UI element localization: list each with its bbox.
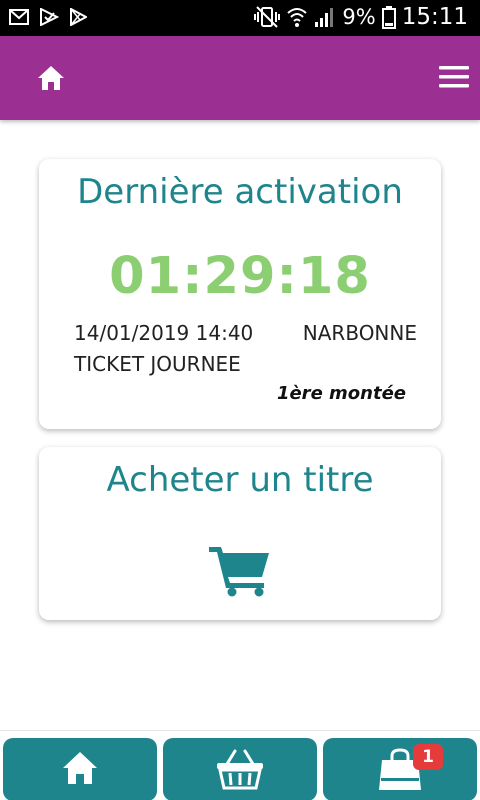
- activation-title: Dernière activation: [77, 172, 403, 212]
- nav-home-button[interactable]: [3, 738, 157, 800]
- ticket-type: TICKET JOURNEE: [74, 352, 241, 376]
- battery-low-icon: [381, 6, 396, 29]
- activation-city: NARBONNE: [302, 321, 417, 345]
- wifi-icon: [287, 8, 308, 27]
- status-bar: 9% 15:11: [0, 0, 480, 36]
- signal-icon: [315, 8, 334, 27]
- gmail-icon: [9, 9, 29, 25]
- play-store-check-icon: [40, 8, 59, 26]
- menu-icon[interactable]: [439, 64, 469, 90]
- nav-basket-button[interactable]: [163, 738, 317, 800]
- last-activation-card[interactable]: Dernière activation 01:29:18 14/01/2019 …: [39, 159, 441, 429]
- system-status: 9% 15:11: [254, 4, 468, 30]
- notification-icons: [9, 8, 87, 26]
- home-icon[interactable]: [36, 63, 66, 93]
- cart-icon[interactable]: [209, 543, 271, 597]
- buy-ticket-card[interactable]: Acheter un titre: [39, 447, 441, 620]
- app-header: [0, 36, 480, 120]
- cart-count-badge: 1: [413, 744, 443, 770]
- play-store-icon: [70, 8, 87, 26]
- clock: 15:11: [401, 4, 468, 30]
- activation-datetime: 14/01/2019 14:40: [74, 321, 254, 345]
- vibrate-icon: [254, 6, 281, 28]
- home-icon: [63, 752, 97, 784]
- buy-ticket-title: Acheter un titre: [106, 460, 374, 500]
- activation-timer: 01:29:18: [109, 247, 371, 306]
- nav-shopping-bag-button[interactable]: 1: [323, 738, 477, 800]
- boarding-label: 1ère montée: [276, 383, 406, 404]
- bottom-navigation: 1: [0, 730, 480, 800]
- basket-icon: [217, 749, 263, 790]
- battery-percent: 9%: [342, 5, 376, 29]
